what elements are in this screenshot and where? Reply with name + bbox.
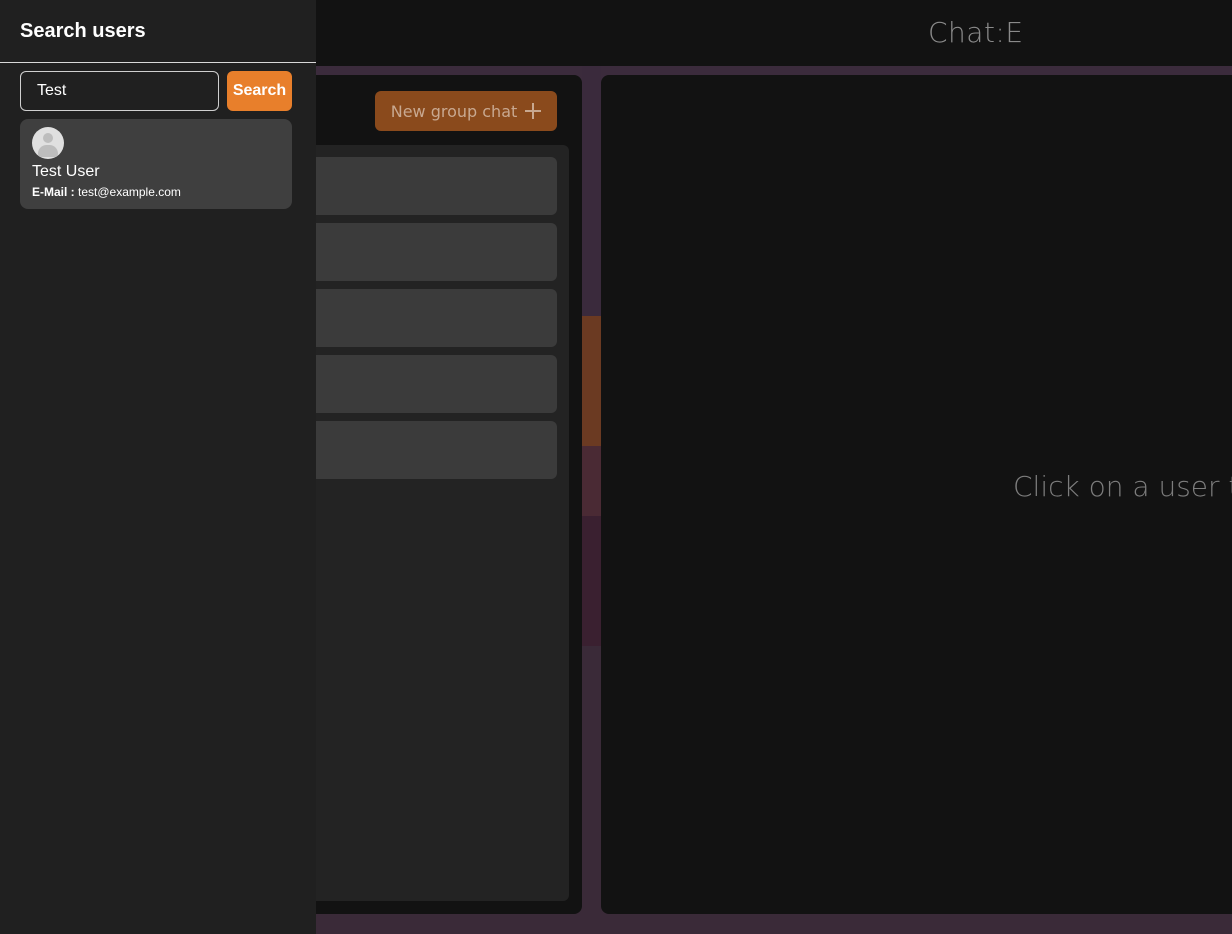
email-value: test@example.com <box>78 185 181 199</box>
chat-list-item[interactable] <box>300 223 557 281</box>
background-art-strip <box>582 66 601 914</box>
user-email: E-Mail : test@example.com <box>32 185 181 199</box>
app-title: Chat:E <box>928 16 1024 49</box>
drawer-header: Search users <box>0 0 316 63</box>
search-users-drawer: Search users Search Test User E-Mail : t… <box>0 0 316 934</box>
bottom-strip <box>300 914 1232 934</box>
new-group-chat-button[interactable]: New group chat <box>375 91 557 131</box>
user-result-card[interactable]: Test User E-Mail : test@example.com <box>20 119 292 209</box>
chat-list-item[interactable] <box>300 289 557 347</box>
plus-icon <box>525 103 542 119</box>
chat-list-item[interactable] <box>300 421 557 479</box>
drawer-title: Search users <box>20 20 146 42</box>
new-group-chat-label: New group chat <box>390 101 518 121</box>
chat-list-item[interactable] <box>300 355 557 413</box>
user-name: Test User <box>32 163 100 180</box>
chat-list-item[interactable] <box>300 157 557 215</box>
empty-chat-message: Click on a user t <box>1013 470 1232 503</box>
user-avatar-icon <box>32 127 64 159</box>
search-input[interactable] <box>20 71 219 111</box>
email-label: E-Mail : <box>32 185 75 199</box>
search-button[interactable]: Search <box>227 71 292 111</box>
